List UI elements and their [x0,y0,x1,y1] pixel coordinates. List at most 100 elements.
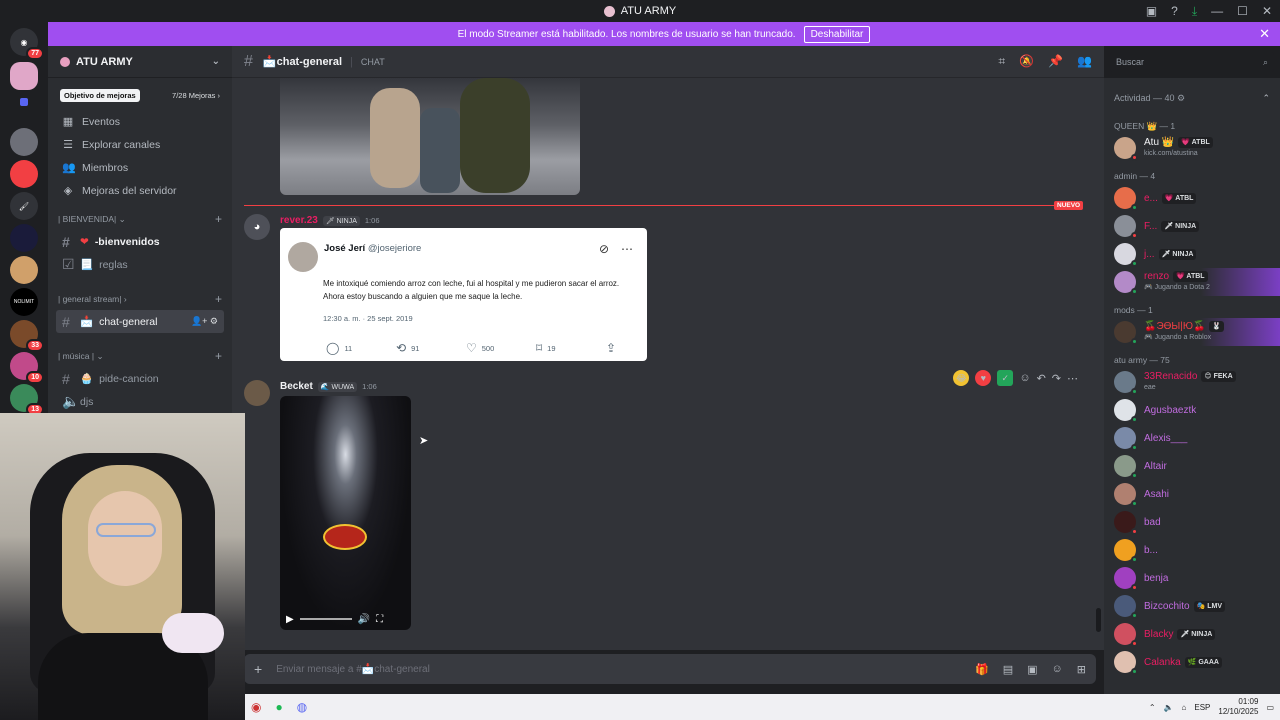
discord-taskbar-icon[interactable]: ◍ [297,700,307,714]
emoji-reaction-laugh[interactable]: 😂 [953,370,970,386]
message-author[interactable]: Becket [280,381,313,392]
emoji-reaction-heart[interactable]: ♥ [975,370,992,386]
search-input[interactable]: Buscar ⌕ [1110,52,1274,72]
add-channel-icon[interactable]: + [215,292,222,306]
like-stat[interactable]: ♡ 500 [466,341,536,355]
channel-bienvenidos[interactable]: # ❤ -bienvenidos [56,230,224,253]
minimize-button[interactable]: — [1211,4,1223,18]
play-icon[interactable]: ▶ [286,614,294,625]
channel-djs[interactable]: 🔈 djs [56,390,224,413]
nav-browse-channels[interactable]: ☰ Explorar canales [48,133,232,156]
server-icon[interactable]: 🖌 [10,192,38,220]
add-attachment-icon[interactable]: + [254,661,262,677]
member-item[interactable]: j... 🗡 NINJA [1104,240,1280,268]
chevron-up-icon[interactable]: ⌃ [1262,93,1270,104]
member-item[interactable]: Alexis___ [1104,424,1280,452]
category-bienvenida[interactable]: | BIENVENIDA| ⌄ + [48,208,232,230]
reply-stat[interactable]: ◯ 11 [326,341,396,355]
download-icon[interactable]: ⤓ [1192,4,1197,19]
clock[interactable]: 01:09 12/10/2025 [1218,697,1258,717]
member-item[interactable]: e... 💗 ATBL [1104,184,1280,212]
member-item[interactable]: Atu 👑 💗 ATBL kick.com/atustina [1104,134,1280,162]
chevron-up-icon[interactable]: ⌃ [1149,703,1156,712]
member-item[interactable]: bad [1104,508,1280,536]
server-icon[interactable] [10,256,38,284]
notifications-icon[interactable]: ▭ [1266,703,1274,712]
spotify-icon[interactable]: ● [275,700,282,714]
channel-chat-general[interactable]: # 📩 chat-general 👤+ ⚙ [56,310,224,333]
avatar[interactable] [244,380,270,406]
close-icon[interactable]: ✕ [1259,26,1270,42]
video-attachment[interactable]: ▶ 🔊 ⛶ [280,396,411,630]
server-icon-nolimit[interactable]: NOLIMIT [10,288,38,316]
volume-icon[interactable]: 🔊 [358,614,370,625]
tweet-embed[interactable]: José Jerí @josejeriore ⊘ ⋯ Me intoxiqué c… [280,228,647,361]
member-item[interactable]: Blacky 🗡 NINJA [1104,620,1280,648]
chevron-down-icon[interactable]: ⌄ [212,56,220,67]
folder-icon[interactable] [20,98,28,106]
progress-bar[interactable] [299,618,352,620]
image-attachment[interactable] [280,78,580,195]
server-icon-atu-army[interactable] [10,62,38,90]
server-icon[interactable]: 33 [10,320,44,352]
category-musica[interactable]: | música | ⌄ + [48,345,232,367]
boost-goal[interactable]: Objetivo de mejoras 7/28 Mejoras › [56,86,224,104]
member-item[interactable]: 🍒ЭӨЫ|Ю🍒 🐰 🎮 Jugando a Roblox [1104,318,1280,346]
member-item[interactable]: Calanka 🌿 GAAA [1104,648,1280,676]
member-item[interactable]: renzo 💗 ATBL 🎮 Jugando a Dota 2 [1104,268,1280,296]
sticker-icon[interactable]: ▣ [1027,663,1037,676]
language-indicator[interactable]: ESP [1194,703,1210,712]
category-general-stream[interactable]: | general stream| › + [48,288,232,310]
member-item[interactable]: Agusbaeztk [1104,396,1280,424]
add-reaction-icon[interactable]: ☺ [1019,372,1030,384]
maximize-button[interactable]: ☐ [1237,4,1248,18]
member-item[interactable]: Asahi [1104,480,1280,508]
notifications-off-icon[interactable]: 🔕 [1019,54,1034,69]
pin-icon[interactable]: 📌 [1048,54,1063,69]
retweet-stat[interactable]: ⟲ 91 [396,341,466,355]
member-item[interactable]: Altair [1104,452,1280,480]
server-icon[interactable] [10,224,38,252]
member-list-icon[interactable]: 👥 [1077,54,1092,69]
server-icon[interactable] [10,160,38,188]
fullscreen-icon[interactable]: ⛶ [376,614,383,625]
apps-icon[interactable]: ⊞ [1077,663,1086,676]
more-icon[interactable]: ⋯ [1067,372,1078,385]
server-icon[interactable]: 13 [10,384,44,416]
channel-reglas[interactable]: ☑ 📃 reglas [56,253,224,276]
gift-icon[interactable]: 🎁 [975,663,989,676]
channel-settings-icon[interactable]: 👤+ ⚙ [191,316,218,327]
volume-icon[interactable]: 🔈 [1164,703,1174,712]
close-window-button[interactable]: ✕ [1262,4,1272,18]
disable-streamer-button[interactable]: Deshabilitar [803,25,871,43]
grok-icon[interactable]: ⊘ [599,242,609,256]
channel-topic[interactable]: CHAT [361,57,385,67]
avatar[interactable]: ◕ [244,214,270,240]
emoji-icon[interactable]: ☺ [1052,663,1063,676]
message-composer[interactable]: + Enviar mensaje a #📩chat-general 🎁 ▤ ▣ … [244,654,1096,684]
forward-icon[interactable]: ↷ [1052,372,1061,385]
member-item[interactable]: F... 🗡 NINJA [1104,212,1280,240]
help-icon[interactable]: ? [1171,4,1178,18]
channel-pide-cancion[interactable]: # 🧁 pide-cancion [56,367,224,390]
bookmark-stat[interactable]: ⌑ 19 [536,341,606,355]
nav-server-boosts[interactable]: ◈ Mejoras del servidor [48,179,232,202]
threads-icon[interactable]: ⌗ [998,54,1005,69]
member-item[interactable]: 33Renacido 😊 FEKA eae [1104,368,1280,396]
reply-icon[interactable]: ↶ [1037,372,1046,385]
nav-members[interactable]: 👥 Miembros [48,156,232,179]
chrome-icon[interactable]: ◉ [251,700,261,714]
network-icon[interactable]: ⌂ [1182,703,1187,712]
add-channel-icon[interactable]: + [215,349,222,363]
server-icon[interactable] [10,128,38,156]
server-header[interactable]: ATU ARMY ⌄ [48,46,232,78]
add-channel-icon[interactable]: + [215,212,222,226]
nav-events[interactable]: ▦ Eventos [48,110,232,133]
message-author[interactable]: rever.23 [280,215,318,226]
activity-header[interactable]: Actividad — 40 ⚙ ⌃ [1104,78,1280,118]
more-icon[interactable]: ⋯ [621,242,633,256]
share-stat[interactable]: ⇪ [606,341,626,355]
member-item[interactable]: Bizcochito 🎭 LMV [1104,592,1280,620]
member-item[interactable]: benja [1104,564,1280,592]
direct-messages-icon[interactable]: ◉ 77 [10,28,44,60]
